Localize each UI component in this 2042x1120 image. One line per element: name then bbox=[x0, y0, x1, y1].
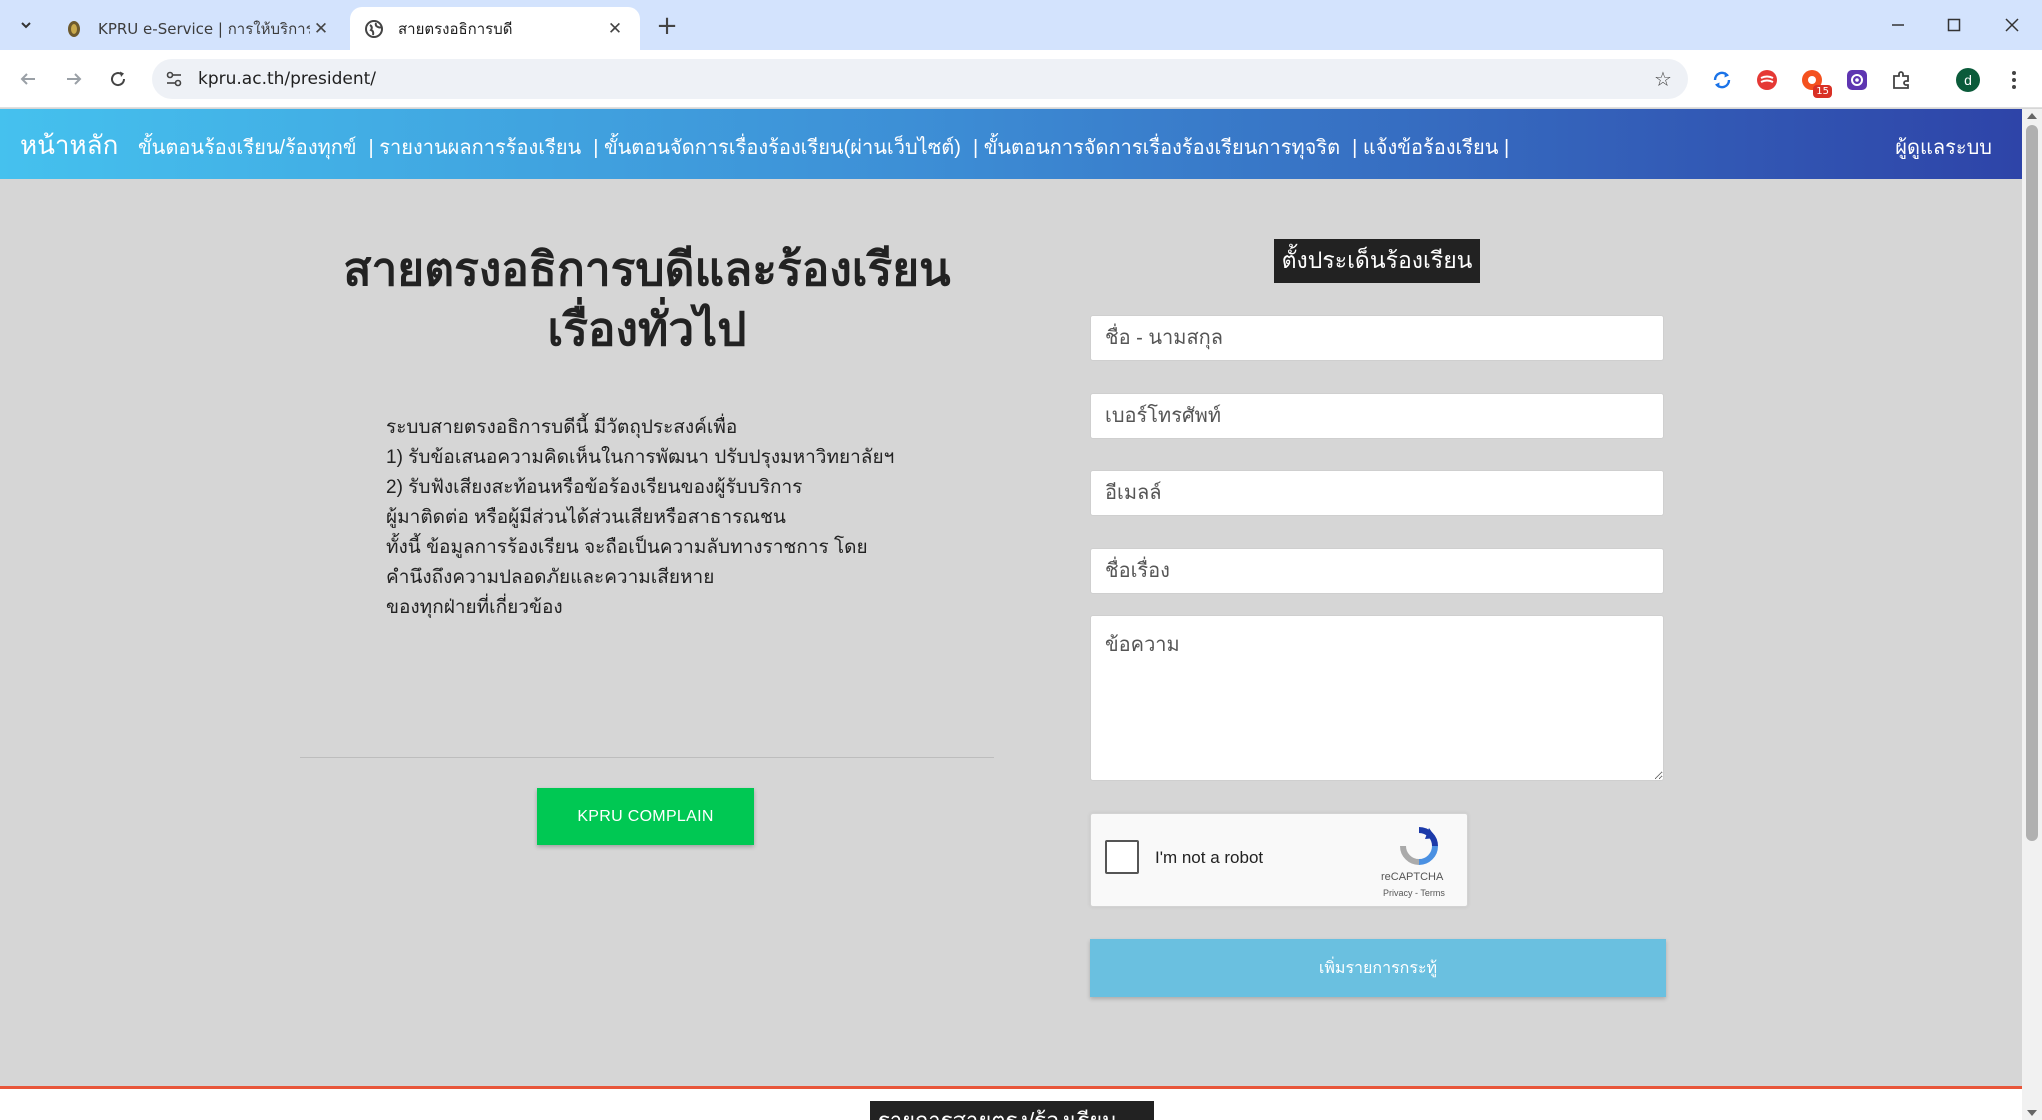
recaptcha-label: I'm not a robot bbox=[1155, 848, 1264, 867]
kebab-menu-icon[interactable] bbox=[2000, 66, 2028, 94]
reload-button[interactable] bbox=[102, 63, 134, 95]
description-line: คำนึงถึงความปลอดภัยและความเสียหาย bbox=[386, 567, 715, 588]
tab-kpru-eservice[interactable]: KPRU e-Service | การให้บริการออนไลน์ ✕ bbox=[50, 7, 346, 50]
recaptcha-privacy-terms[interactable]: Privacy - Terms bbox=[1383, 888, 1445, 898]
nav-link-corruption-handling[interactable]: | ขั้นตอนการจัดการเรื่องร้องเรียนการทุจร… bbox=[973, 131, 1340, 163]
site-settings-icon[interactable] bbox=[162, 67, 186, 91]
description-line: ทั้งนี้ ข้อมูลการร้องเรียน จะถือเป็นความ… bbox=[386, 537, 868, 558]
message-field[interactable] bbox=[1090, 615, 1664, 781]
nav-home-link[interactable]: หน้าหลัก bbox=[20, 125, 118, 166]
scroll-down-arrow-icon[interactable] bbox=[2027, 1110, 2037, 1116]
address-bar[interactable]: kpru.ac.th/president/ ☆ bbox=[152, 59, 1688, 99]
notification-extension-icon[interactable]: 15 bbox=[1798, 66, 1832, 98]
browser-tab-bar: KPRU e-Service | การให้บริการออนไลน์ ✕ ส… bbox=[0, 0, 2042, 50]
description: ระบบสายตรงอธิการบดีนี้ มีวัตถุประสงค์เพื… bbox=[386, 413, 994, 623]
recaptcha-widget: I'm not a robot reCAPTCHA Privacy - Term… bbox=[1090, 813, 1468, 907]
recaptcha-brand: reCAPTCHA bbox=[1381, 871, 1444, 883]
arrow-left-icon bbox=[20, 73, 35, 85]
description-line: ของทุกฝ่ายที่เกี่ยวข้อง bbox=[386, 597, 563, 618]
profile-avatar[interactable]: d bbox=[1954, 66, 1982, 94]
nav-link-website-handling[interactable]: | ขั้นตอนจัดการเรื่องร้องเรียน(ผ่านเว็บไ… bbox=[593, 131, 961, 163]
globe-icon bbox=[365, 19, 383, 38]
form-title: ตั้งประเด็นร้องเรียน bbox=[1273, 239, 1481, 283]
subject-field[interactable] bbox=[1090, 548, 1664, 594]
email-field[interactable] bbox=[1090, 470, 1664, 516]
scrollbar-thumb[interactable] bbox=[2026, 125, 2038, 841]
back-button[interactable] bbox=[12, 63, 44, 95]
description-line: ผู้มาติดต่อ หรือผู้มีส่วนได้ส่วนเสียหรือ… bbox=[386, 507, 786, 528]
page-scrollbar[interactable] bbox=[2022, 109, 2042, 1120]
section-divider bbox=[300, 757, 994, 758]
page-content: หน้าหลัก ขั้นตอนร้องเรียน/ร้องทุกข์ | รา… bbox=[0, 109, 2022, 1120]
svg-text:d: d bbox=[1964, 72, 1972, 88]
description-line: ระบบสายตรงอธิการบดีนี้ มีวัตถุประสงค์เพื… bbox=[386, 417, 738, 438]
nav-link-complaint-steps[interactable]: ขั้นตอนร้องเรียน/ร้องทุกข์ bbox=[138, 131, 357, 163]
minimize-icon[interactable] bbox=[1878, 10, 1918, 40]
close-tab-icon[interactable]: ✕ bbox=[310, 18, 332, 40]
bookmark-star-icon[interactable]: ☆ bbox=[1650, 66, 1676, 92]
maximize-icon[interactable] bbox=[1934, 10, 1974, 40]
page-title-line-2: เรื่องทั่วไป bbox=[547, 303, 747, 355]
complaint-list-title: รายการสายตรง/ร้องเรียน bbox=[870, 1101, 1154, 1120]
nav-link-complaint-report[interactable]: | รายงานผลการร้องเรียน bbox=[369, 131, 582, 163]
notification-badge: 15 bbox=[1813, 85, 1832, 98]
name-field[interactable] bbox=[1090, 315, 1664, 361]
new-tab-button[interactable]: + bbox=[652, 12, 682, 42]
nav-link-submit-complaint[interactable]: | แจ้งข้อร้องเรียน | bbox=[1352, 131, 1509, 163]
nav-admin-link[interactable]: ผู้ดูแลระบบ bbox=[1895, 131, 1992, 163]
site-navbar: หน้าหลัก ขั้นตอนร้องเรียน/ร้องทุกข์ | รา… bbox=[0, 109, 2022, 179]
close-window-icon[interactable] bbox=[1992, 10, 2032, 40]
page-title-line-1: สายตรงอธิการบดีและร้องเรียน bbox=[343, 243, 951, 295]
nav-links: ขั้นตอนร้องเรียน/ร้องทุกข์ | รายงานผลการ… bbox=[138, 131, 1521, 163]
scroll-up-arrow-icon[interactable] bbox=[2027, 113, 2037, 119]
description-line: 2) รับฟังเสียงสะท้อนหรือข้อร้องเรียนของผ… bbox=[386, 477, 803, 498]
tab-title: KPRU e-Service | การให้บริการออนไลน์ bbox=[98, 19, 310, 38]
tab-search-button[interactable] bbox=[8, 10, 44, 40]
puzzle-icon[interactable] bbox=[1888, 66, 1916, 94]
red-extension-icon[interactable] bbox=[1753, 66, 1781, 94]
tab-title: สายตรงอธิการบดี bbox=[398, 19, 513, 38]
kpru-logo-icon bbox=[68, 20, 80, 37]
submit-topic-button[interactable]: เพิ่มรายการกระทู้ bbox=[1090, 939, 1666, 997]
reload-icon bbox=[111, 71, 126, 87]
description-line: 1) รับข้อเสนอความคิดเห็นในการพัฒนา ปรับป… bbox=[386, 447, 895, 468]
recaptcha-logo-icon bbox=[1400, 827, 1438, 865]
recaptcha-checkbox[interactable] bbox=[1105, 840, 1139, 874]
chevron-down-icon bbox=[21, 22, 31, 29]
phone-field[interactable] bbox=[1090, 393, 1664, 439]
close-tab-icon[interactable]: ✕ bbox=[604, 18, 626, 40]
url-text: kpru.ac.th/president/ bbox=[198, 69, 377, 89]
tab-president[interactable]: สายตรงอธิการบดี ✕ bbox=[350, 7, 640, 50]
page-title: สายตรงอธิการบดีและร้องเรียน เรื่องทั่วไป bbox=[300, 239, 994, 359]
intro-section: สายตรงอธิการบดีและร้องเรียน เรื่องทั่วไป… bbox=[300, 179, 994, 845]
arrow-right-icon bbox=[67, 73, 82, 85]
sync-icon[interactable] bbox=[1708, 66, 1736, 94]
forward-button[interactable] bbox=[58, 63, 90, 95]
browser-toolbar: kpru.ac.th/president/ ☆ 15 d bbox=[0, 50, 2042, 108]
purple-extension-icon[interactable] bbox=[1843, 66, 1871, 94]
kpru-complain-button[interactable]: KPRU COMPLAIN bbox=[537, 788, 754, 845]
